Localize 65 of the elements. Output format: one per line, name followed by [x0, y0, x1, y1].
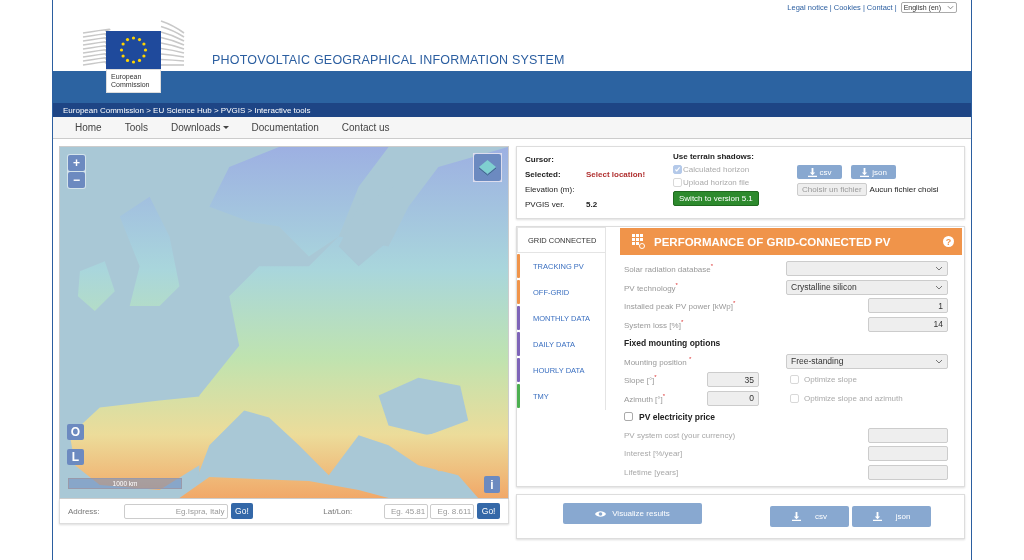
file-status: Aucun fichier choisi: [869, 185, 939, 194]
select-field[interactable]: Crystalline silicon: [786, 279, 948, 295]
chevron-icon: [935, 284, 943, 290]
shadows-title: Use terrain shadows:: [673, 152, 755, 161]
checkbox[interactable]: [624, 412, 633, 422]
download-icon: [792, 511, 801, 521]
field-label: Solar radiation database$^{*}$: [624, 263, 714, 275]
longitude-field[interactable]: Eg. 8.611: [430, 503, 475, 519]
section-heading: PV electricity price: [639, 411, 716, 422]
number-field[interactable]: 14: [868, 316, 948, 332]
layers-button[interactable]: [473, 153, 502, 182]
number-field[interactable]: 0: [707, 390, 759, 406]
field-label: PV system cost (your currency): [624, 430, 736, 440]
option-label: Calculated horizon: [683, 165, 750, 174]
select-field[interactable]: Free-standing: [786, 353, 948, 369]
grid-icon: [632, 234, 645, 249]
info-button[interactable]: i: [484, 476, 500, 493]
go-button[interactable]: Go!: [230, 503, 254, 519]
download-icon: [860, 167, 870, 177]
cursor-label: Cursor:: [525, 154, 555, 164]
breadcrumb[interactable]: European Commission > EU Science Hub > PVGIS > Interactive tools: [53, 103, 971, 117]
zoom-out-button[interactable]: −: [68, 172, 85, 188]
overlay-button[interactable]: O: [67, 424, 84, 440]
chevron-icon: [935, 266, 943, 272]
download-icon: [872, 511, 882, 521]
field-label: System loss [%]$^{*}$: [624, 318, 684, 330]
nav-link[interactable]: Tools: [124, 122, 149, 133]
address-label: Address:: [68, 506, 100, 516]
selected-value: Select location!: [586, 169, 647, 179]
field-label: PV technology$^{*}$: [624, 281, 678, 293]
nav-link[interactable]: Contact us: [341, 122, 390, 133]
layer-button[interactable]: L: [67, 449, 84, 465]
caret-icon: [222, 126, 229, 129]
latitude-field[interactable]: Eg. 45.81: [384, 503, 429, 519]
nav-link[interactable]: Downloads: [171, 122, 229, 133]
version-label: PVGIS ver.: [525, 199, 566, 209]
number-field[interactable]: 1: [868, 298, 948, 314]
elevation-label: Elevation (m):: [525, 184, 576, 194]
switch-version-button[interactable]: Switch to version 5.1: [673, 191, 759, 206]
field-label: Interest [%/year]: [624, 449, 683, 459]
address-field[interactable]: Eg.Ispra, Italy: [123, 503, 228, 519]
version-value: 5.2: [586, 199, 599, 209]
field-label: Lifetime [years]: [624, 467, 679, 477]
panel-title: PERFORMANCE OF GRID-CONNECTED PV: [654, 235, 892, 248]
field-label: Azimuth [°]$^{*}$: [624, 392, 667, 404]
nav-link[interactable]: Home: [75, 122, 102, 133]
download-icon: [807, 167, 817, 177]
latlon-label: Lat/Lon:: [323, 506, 353, 516]
go-button[interactable]: Go!: [477, 503, 500, 519]
zoom-in-button[interactable]: +: [68, 155, 85, 171]
select-field[interactable]: [786, 261, 948, 277]
chevron-icon: [935, 358, 943, 364]
chevron-icon: [947, 4, 954, 10]
option-label: Upload horizon file: [683, 178, 750, 187]
nav-link[interactable]: Documentation: [251, 122, 319, 133]
number-field[interactable]: 35: [707, 372, 759, 388]
field-label: Installed peak PV power [kWp]$^{*}$: [624, 300, 736, 312]
selected-label: Selected:: [525, 169, 562, 179]
eye-icon: [595, 509, 607, 518]
option-label: Optimize slope and azimuth: [804, 393, 903, 403]
field-label: Slope [°]$^{*}$: [624, 374, 658, 386]
option-label: Optimize slope: [804, 375, 857, 385]
site-title: PHOTOVOLTAIC GEOGRAPHICAL INFORMATION SYSTEM: [212, 53, 565, 67]
section-heading: Fixed mounting options: [624, 337, 721, 348]
field-label: Mounting position $^{*}$: [624, 355, 692, 367]
